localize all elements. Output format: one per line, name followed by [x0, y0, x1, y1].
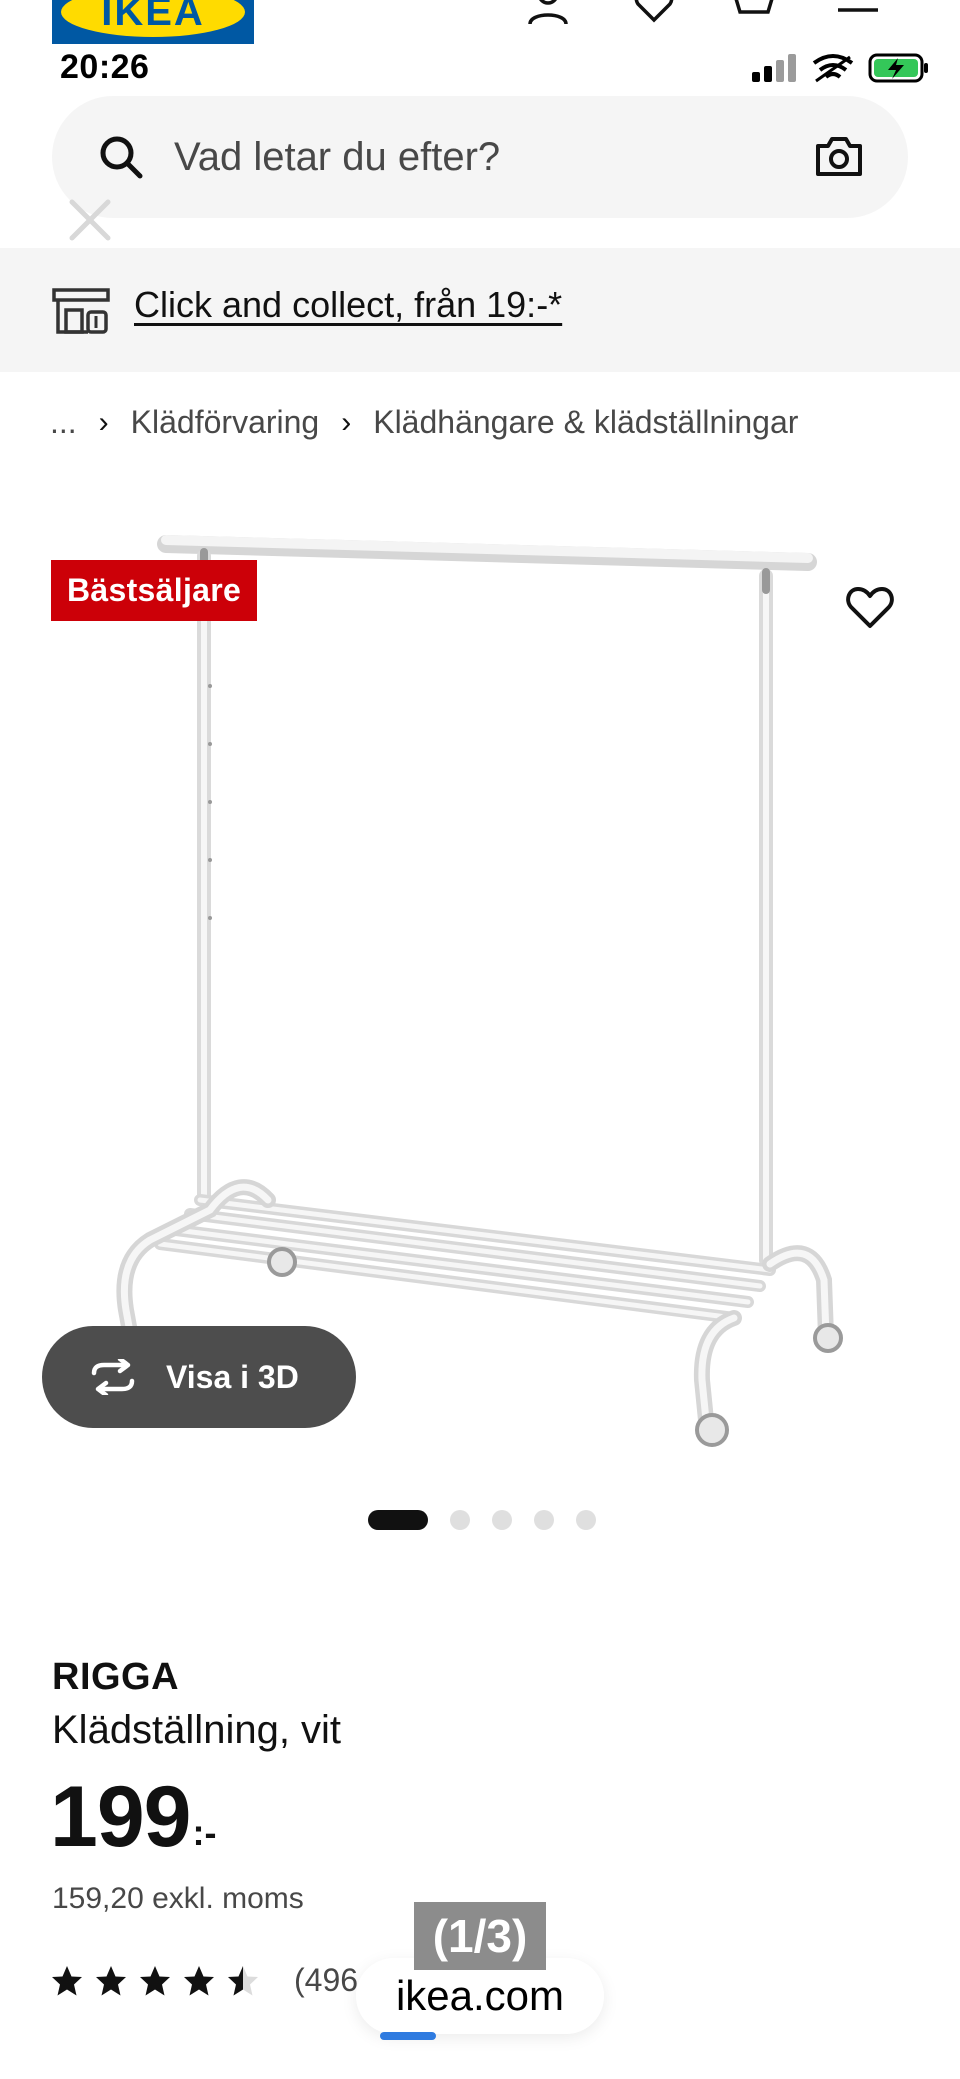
carousel-dot-5[interactable] [576, 1510, 596, 1530]
click-collect-banner: Click and collect, från 19:-* [0, 248, 960, 372]
breadcrumb: ... › Klädförvaring › Klädhängare & kläd… [50, 404, 798, 441]
rating-stars[interactable] [50, 1964, 270, 1998]
review-count[interactable]: (496 [294, 1962, 358, 1999]
product-page: IKEA 20:26 Vad letar du efter? Click and… [0, 0, 960, 2079]
breadcrumb-item-more[interactable]: ... [50, 404, 77, 441]
carousel-dot-3[interactable] [492, 1510, 512, 1530]
chevron-right-icon: › [98, 405, 109, 439]
camera-icon[interactable] [814, 134, 864, 180]
ikea-logo[interactable]: IKEA [52, 0, 254, 44]
star-half-icon [228, 1966, 258, 1996]
bestseller-badge: Bästsäljare [51, 560, 258, 621]
url-loading-indicator [380, 2032, 436, 2040]
view-3d-button[interactable]: Visa i 3D [42, 1326, 356, 1428]
favourite-heart-icon[interactable] [844, 584, 896, 632]
signal-icon [752, 54, 796, 82]
product-price: 199 :- [50, 1774, 216, 1860]
wifi-icon [812, 54, 854, 83]
menu-icon[interactable] [836, 0, 880, 26]
carousel-dot-1[interactable] [368, 1510, 428, 1530]
ikea-logo-text: IKEA [61, 0, 245, 37]
status-time: 20:26 [60, 48, 150, 86]
search-bar[interactable] [52, 96, 908, 218]
image-carousel-dots [368, 1510, 596, 1530]
chevron-right-icon: › [341, 405, 352, 439]
star-full-icon [52, 1966, 82, 1996]
page-counter: (1/3) [414, 1902, 546, 1970]
breadcrumb-item-kladhangare[interactable]: Klädhängare & klädställningar [373, 404, 798, 441]
star-full-icon [96, 1966, 126, 1996]
status-indicators [752, 52, 930, 84]
price-excl-vat: 159,20 exkl. moms [52, 1882, 304, 1915]
carousel-dot-4[interactable] [534, 1510, 554, 1530]
profile-icon[interactable] [526, 0, 570, 26]
star-full-icon [184, 1966, 214, 1996]
cart-icon[interactable] [732, 0, 776, 26]
favourites-icon[interactable] [632, 0, 676, 26]
product-name: RIGGA [52, 1656, 180, 1698]
store-icon [52, 288, 110, 334]
view-3d-label: Visa i 3D [166, 1358, 299, 1395]
price-suffix: :- [192, 1812, 217, 1853]
browser-url: ikea.com [395, 1972, 565, 2019]
rotate-3d-icon [91, 1359, 135, 1395]
breadcrumb-item-kladforvaring[interactable]: Klädförvaring [131, 404, 320, 441]
click-collect-link[interactable]: Click and collect, från 19:-* [134, 284, 562, 326]
search-icon[interactable] [98, 134, 144, 180]
price-main: 199 [50, 1769, 191, 1865]
product-description: Klädställning, vit [52, 1708, 342, 1752]
battery-charging-icon [868, 53, 928, 83]
star-full-icon [140, 1966, 170, 1996]
search-input[interactable] [172, 126, 736, 188]
close-icon[interactable] [66, 196, 114, 244]
carousel-dot-2[interactable] [450, 1510, 470, 1530]
